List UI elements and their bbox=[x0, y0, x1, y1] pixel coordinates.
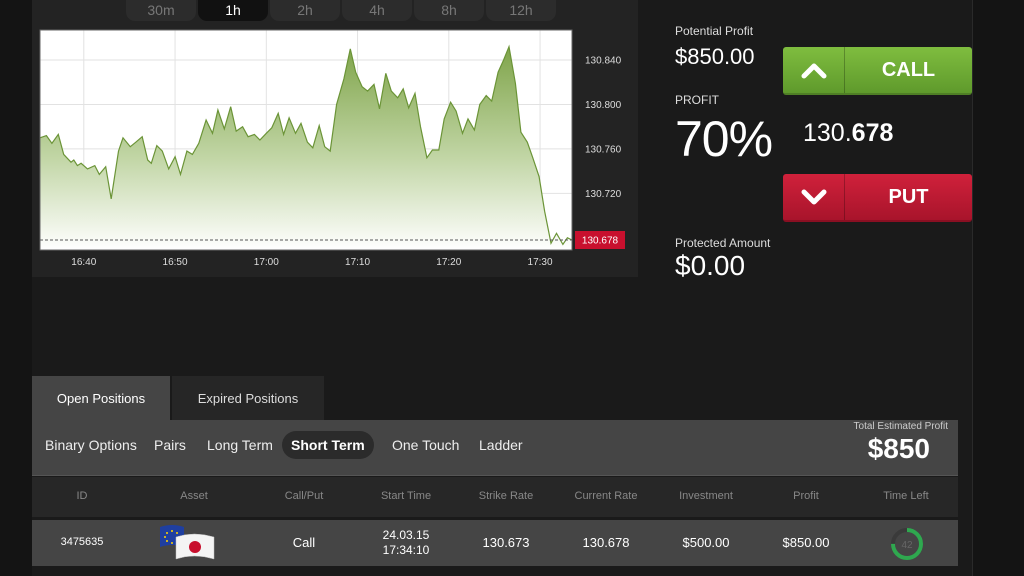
column-start-time: Start Time bbox=[380, 490, 432, 502]
row-id: 3475635 bbox=[60, 536, 104, 548]
tab-expired-positions[interactable]: Expired Positions bbox=[172, 376, 324, 420]
position-filter-bar: Binary Options Pairs Long Term Short Ter… bbox=[32, 420, 958, 476]
right-margin bbox=[972, 0, 1024, 576]
row-start-date: 24.03.15 bbox=[382, 528, 430, 542]
y-tick-label: 130.760 bbox=[585, 144, 622, 155]
asset-flags bbox=[158, 523, 218, 563]
filter-pairs[interactable]: Pairs bbox=[154, 437, 186, 453]
column-investment: Investment bbox=[679, 490, 733, 502]
y-tick-label: 130.840 bbox=[585, 56, 622, 67]
price-chart: 130.840 130.800 130.760 130.720 16:40 16:50 1… bbox=[39, 29, 625, 268]
y-tick-label: 130.800 bbox=[585, 100, 622, 111]
protected-amount-value: $0.00 bbox=[675, 250, 746, 281]
filter-one-touch[interactable]: One Touch bbox=[392, 437, 459, 453]
total-estimated-profit-label: Total Estimated Profit bbox=[853, 421, 948, 432]
current-price-label: 130.678 bbox=[582, 236, 619, 247]
time-left-value: 42 bbox=[901, 540, 913, 551]
column-current-rate: Current Rate bbox=[574, 490, 638, 502]
time-left-timer: 42 bbox=[889, 526, 925, 562]
put-button[interactable]: PUT bbox=[783, 174, 972, 222]
column-profit: Profit bbox=[793, 490, 819, 502]
profit-label: PROFIT bbox=[675, 93, 719, 107]
rate-prefix: 130. bbox=[803, 119, 852, 147]
profit-percentage: 70% bbox=[675, 111, 773, 167]
filter-binary-options[interactable]: Binary Options bbox=[45, 437, 137, 453]
chevron-up-icon bbox=[783, 47, 845, 93]
left-margin bbox=[0, 0, 32, 576]
x-tick-label: 17:30 bbox=[528, 257, 553, 268]
potential-profit-label: Potential Profit bbox=[675, 24, 754, 38]
protected-amount-label: Protected Amount bbox=[675, 236, 771, 250]
call-button[interactable]: CALL bbox=[783, 47, 972, 95]
x-tick-label: 17:20 bbox=[436, 257, 461, 268]
total-estimated-profit-value: $850 bbox=[867, 433, 930, 464]
rate-suffix: 678 bbox=[851, 119, 894, 147]
potential-profit-value: $850.00 bbox=[675, 44, 755, 69]
column-call-put: Call/Put bbox=[284, 490, 324, 502]
row-strike-rate: 130.673 bbox=[482, 535, 530, 550]
filter-short-term[interactable]: Short Term bbox=[282, 431, 374, 459]
column-strike-rate: Strike Rate bbox=[478, 490, 534, 502]
filter-long-term[interactable]: Long Term bbox=[207, 437, 273, 453]
chevron-down-icon bbox=[783, 174, 845, 220]
japan-flag-icon bbox=[175, 533, 215, 560]
chart-panel: 30m 1h 2h 4h 8h 12h 130.840 130.800 130.76… bbox=[32, 0, 638, 277]
x-tick-label: 16:50 bbox=[163, 257, 188, 268]
positions-table-header: ID Asset Call/Put Start Time Strike Rate… bbox=[32, 477, 958, 517]
row-current-rate: 130.678 bbox=[582, 535, 630, 550]
row-profit: $850.00 bbox=[782, 535, 830, 550]
x-tick-label: 17:00 bbox=[254, 257, 279, 268]
row-start-time: 17:34:10 bbox=[382, 543, 430, 557]
table-row[interactable]: 3475635 Call 24.03.15 17:34:10 130.673 1… bbox=[32, 520, 958, 566]
call-label: CALL bbox=[881, 58, 936, 81]
column-asset: Asset bbox=[180, 490, 208, 502]
column-time-left: Time Left bbox=[883, 490, 929, 502]
y-tick-label: 130.720 bbox=[585, 189, 622, 200]
current-rate: 130.678 bbox=[803, 119, 893, 148]
column-id: ID bbox=[76, 490, 88, 502]
right-divider bbox=[972, 0, 973, 576]
tab-open-positions[interactable]: Open Positions bbox=[32, 376, 170, 420]
x-tick-label: 16:40 bbox=[71, 257, 96, 268]
row-call-put: Call bbox=[292, 535, 316, 550]
x-tick-label: 17:10 bbox=[345, 257, 370, 268]
filter-ladder[interactable]: Ladder bbox=[479, 437, 523, 453]
row-investment: $500.00 bbox=[682, 535, 730, 550]
put-label: PUT bbox=[888, 185, 929, 208]
